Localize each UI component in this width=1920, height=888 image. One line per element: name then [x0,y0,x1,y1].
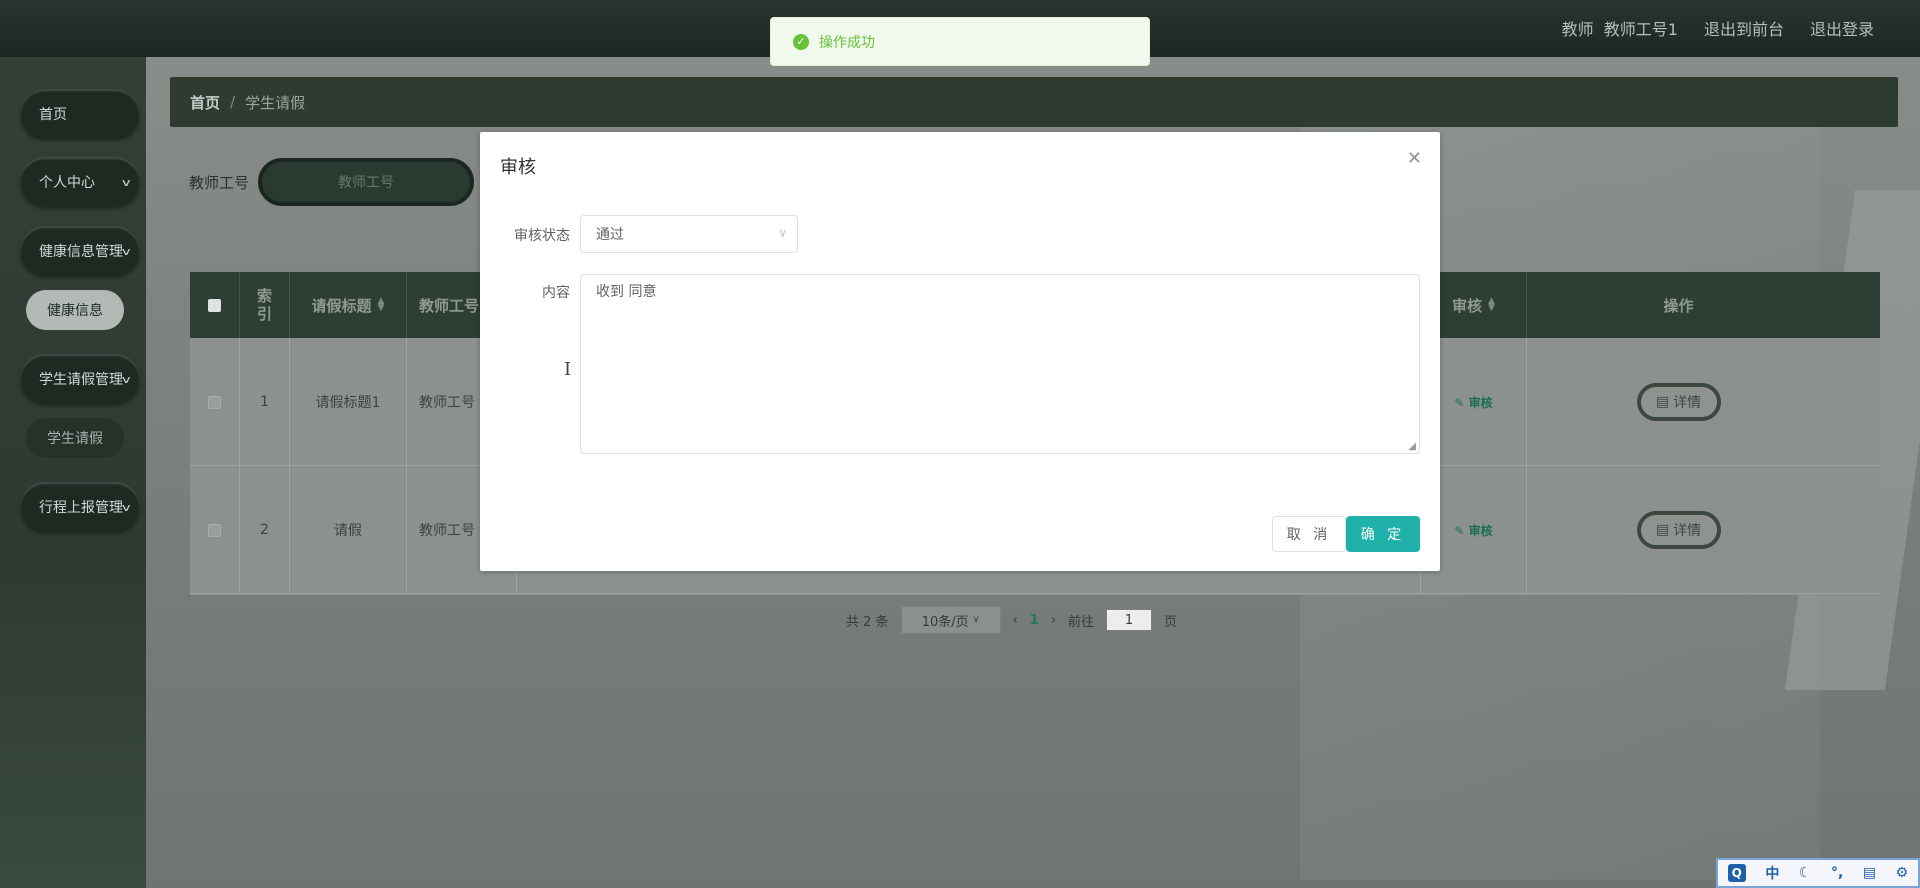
sidebar-item-home[interactable]: 首页 [20,89,140,139]
chevron-down-icon: v [122,175,131,189]
check-circle-icon: ✓ [793,33,809,50]
audit-dialog: 审核 ✕ 审核状态 通过 ∨ 内容 收到 同意 ◢ 取 消 确 定 [480,132,1440,571]
header-title[interactable]: 请假标题 ▲ ▼ [290,272,407,338]
checkbox[interactable] [208,298,221,312]
page-size-select[interactable]: 10条/页 ∨ [900,606,1001,634]
cell-title: 请假 [290,466,407,594]
top-bar-links: 教师 教师工号1 退出到前台 退出登录 [1562,0,1874,55]
sidebar-subitem-student-leave[interactable]: 学生请假 [26,418,124,458]
keyboard-icon[interactable]: ▤ [1863,865,1876,881]
checkbox[interactable] [208,523,221,537]
header-index: 索引 [240,272,290,338]
chevron-down-icon: ∨ [778,226,787,240]
pager-total: 共 2 条 [846,614,889,630]
ime-item[interactable]: 中 [1765,863,1779,883]
content-label: 内容 [542,285,570,301]
chevron-down-icon: ∨ [972,615,980,625]
chevron-down-icon: v [122,244,131,258]
header-actions: 操作 [1663,296,1694,315]
cell-actions: ▤ 详情 [1527,338,1830,466]
resize-handle-icon[interactable]: ◢ [1408,441,1416,452]
dialog-title: 审核 [500,157,536,178]
toast-message: 操作成功 [819,34,875,51]
breadcrumb-current: 学生请假 [245,93,306,112]
cancel-button[interactable]: 取 消 [1272,516,1346,552]
sort-icon[interactable]: ▲ ▼ [1488,297,1495,313]
breadcrumb-home[interactable]: 首页 [190,92,220,113]
content-textarea[interactable]: 收到 同意 [580,274,1420,454]
next-page-icon[interactable]: › [1051,613,1056,628]
cell-title: 请假标题1 [290,338,407,466]
pagination: 共 2 条 10条/页 ∨ ‹ 1 › 前往 1 页 [846,606,1177,634]
text-cursor-icon: I [564,359,572,380]
close-icon[interactable]: ✕ [1407,148,1422,169]
punctuation-icon[interactable]: °, [1831,865,1843,881]
sidebar-item-label: 健康信息管理 [39,244,123,260]
sidebar: 首页 个人中心 v 健康信息管理 v 健康信息 学生请假管理 v 学生请假 行程上报管… [0,57,146,888]
sidebar-item-label: 首页 [39,107,67,123]
moon-icon[interactable]: ☾ [1799,865,1812,881]
prev-page-icon[interactable]: ‹ [1013,613,1018,628]
page-unit: 页 [1164,614,1178,630]
search-input[interactable]: 教师工号 [258,158,474,206]
document-icon: ▤ [1655,522,1670,538]
sidebar-item-personal-center[interactable]: 个人中心 v [20,157,140,207]
detail-button[interactable]: ▤ 详情 [1636,511,1721,549]
checkbox[interactable] [208,395,221,409]
sidebar-item-label: 个人中心 [39,175,95,191]
chevron-down-icon: v [122,372,131,386]
audit-link[interactable]: ✎ 审核 [1454,394,1492,411]
header-select-all[interactable] [190,272,240,338]
cell-index: 2 [240,466,290,594]
cell-index: 1 [240,338,290,466]
logout-link[interactable]: 退出登录 [1810,16,1874,40]
ime-logo-icon[interactable]: Q [1727,864,1746,882]
sidebar-item-label: 学生请假管理 [39,372,123,388]
search-label: 教师工号 [189,174,250,192]
goto-label: 前往 [1068,614,1095,630]
detail-button[interactable]: ▤ 详情 [1636,383,1721,421]
status-select[interactable]: 通过 ∨ [580,215,798,253]
row-select[interactable] [190,338,240,466]
audit-link[interactable]: ✎ 审核 [1454,522,1492,539]
confirm-button[interactable]: 确 定 [1346,516,1420,552]
breadcrumb: 首页 / 学生请假 [170,77,1898,127]
cell-actions: ▤ 详情 [1527,466,1830,594]
chevron-down-icon: v [122,500,131,514]
goto-input[interactable]: 1 [1106,609,1153,631]
sidebar-item-trip-management[interactable]: 行程上报管理 v [20,482,140,532]
sidebar-item-leave-management[interactable]: 学生请假管理 v [20,354,140,404]
sidebar-item-label: 行程上报管理 [39,500,123,516]
user-info: 教师 教师工号1 [1561,19,1678,39]
front-link[interactable]: 退出到前台 [1704,16,1784,40]
sidebar-item-health-management[interactable]: 健康信息管理 v [20,226,140,276]
page-number[interactable]: 1 [1030,613,1039,628]
status-label: 审核状态 [514,228,570,244]
breadcrumb-separator: / [230,93,236,111]
document-icon: ▤ [1655,394,1670,410]
success-toast: ✓ 操作成功 [770,17,1150,66]
row-select[interactable] [190,466,240,594]
sort-icon[interactable]: ▲ ▼ [378,297,385,313]
ime-toolbar: Q 中 ☾ °, ▤ ⚙ [1716,858,1920,888]
settings-icon[interactable]: ⚙ [1896,865,1909,881]
sidebar-subitem-health-info[interactable]: 健康信息 [26,290,124,330]
